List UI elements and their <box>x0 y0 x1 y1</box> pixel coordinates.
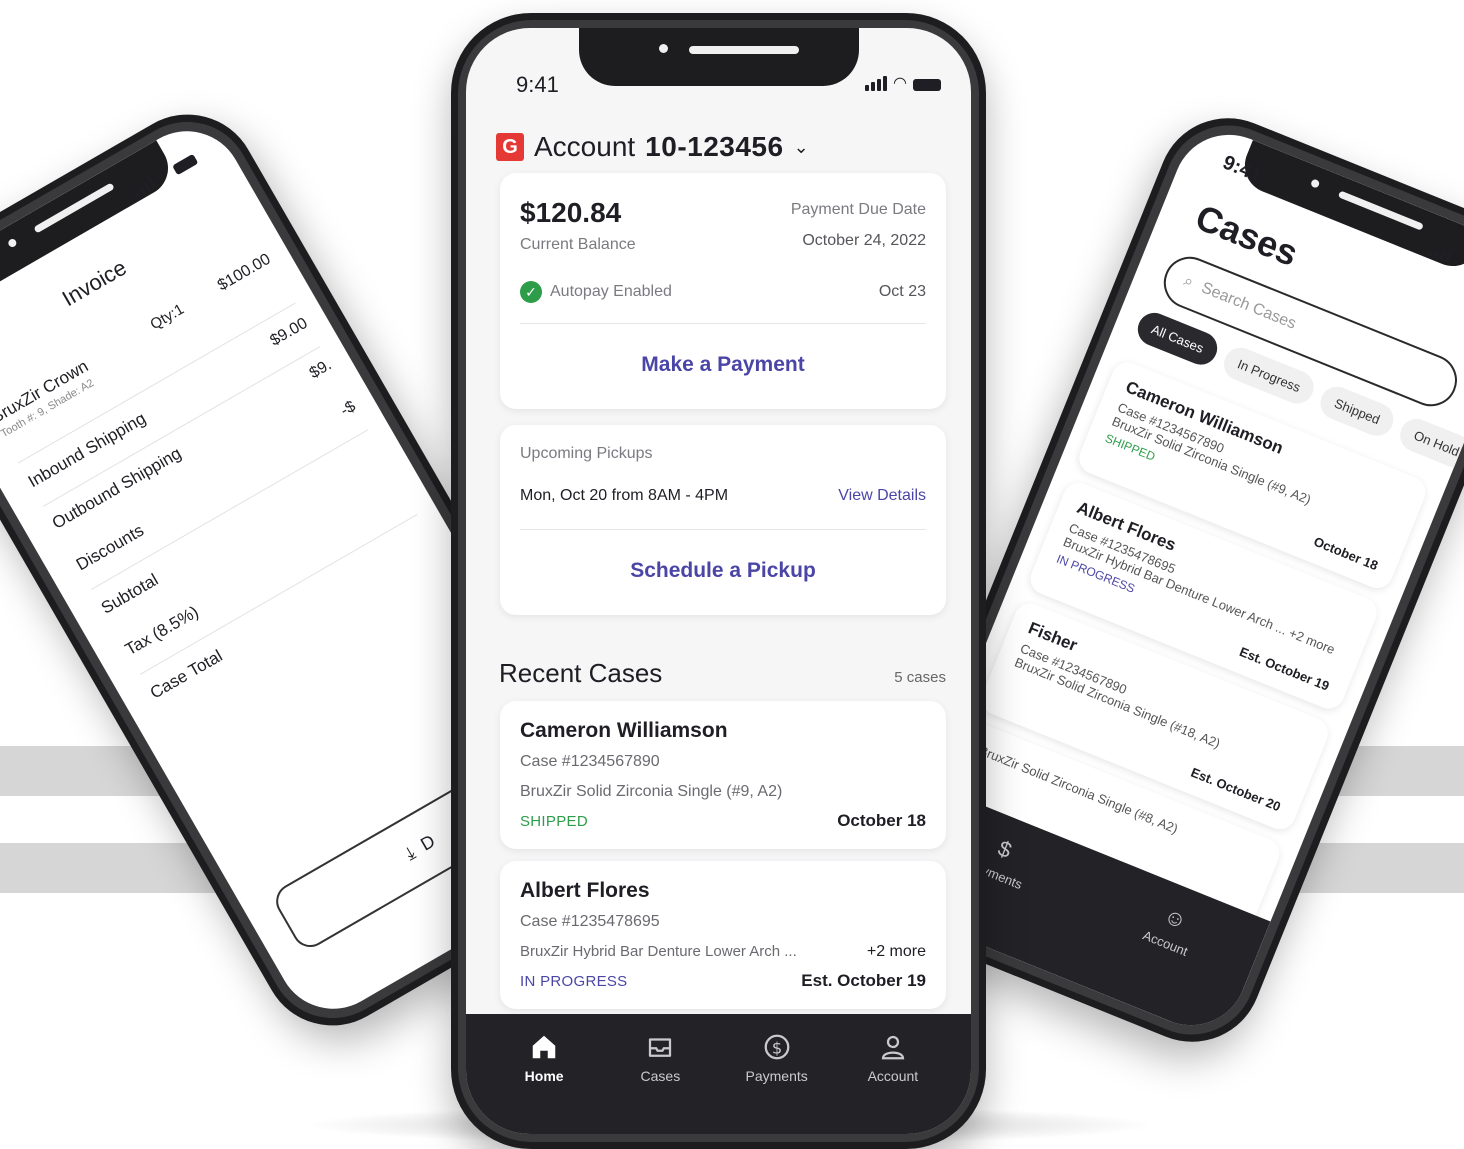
tab-label: Home <box>524 1068 564 1084</box>
filter-chip-on-hold[interactable]: On Hold <box>1395 413 1464 473</box>
back-chevron-icon[interactable]: ‹ <box>0 367 2 398</box>
tab-account[interactable]: ☺ Account <box>1141 898 1202 959</box>
filter-chip-shipped[interactable]: Shipped <box>1315 381 1399 441</box>
account-label: Account <box>534 131 636 162</box>
status-time: 9:41 <box>516 72 559 97</box>
status-icons: ◠ <box>865 75 941 92</box>
search-placeholder: Search Cases <box>1198 279 1299 333</box>
dollar-circle-icon: $ <box>764 1034 789 1060</box>
notch <box>578 28 859 86</box>
check-circle-icon: ✓ <box>520 281 542 303</box>
battery-icon <box>913 79 941 91</box>
case-number: Case #1234567890 <box>520 753 660 770</box>
recent-cases-count: 5 cases <box>894 669 946 686</box>
account-icon: ☺ <box>1160 902 1191 934</box>
battery-icon <box>172 153 199 176</box>
view-details-link[interactable]: View Details <box>838 487 926 505</box>
user-icon <box>881 1035 905 1060</box>
wifi-icon: ◠ <box>1453 249 1464 269</box>
home-screen: 9:41 ◠ G Account 10-123456 ⌄ $120.84 Cur… <box>466 28 971 1134</box>
recent-cases-title: Recent Cases <box>499 658 663 688</box>
case-card[interactable]: Albert Flores Case #1235478695 BruxZir H… <box>500 861 946 1009</box>
due-date-label: Payment Due Date <box>790 201 926 218</box>
payments-icon: $ <box>994 835 1016 864</box>
tab-label: Payments <box>745 1068 808 1084</box>
tab-account[interactable]: Account <box>843 1032 943 1134</box>
case-name: Cameron Williamson <box>520 719 728 742</box>
balance-card: $120.84 Current Balance Payment Due Date… <box>500 173 946 409</box>
tab-home[interactable]: Home <box>494 1032 594 1134</box>
wifi-icon: ◠ <box>153 163 172 184</box>
autopay-status: ✓ Autopay Enabled <box>520 281 672 303</box>
divider <box>520 323 926 324</box>
inbox-icon <box>649 1038 672 1057</box>
tab-cases[interactable]: Cases <box>610 1032 710 1134</box>
tab-label: Account <box>1140 927 1190 959</box>
pickups-label: Upcoming Pickups <box>520 445 653 462</box>
signal-icon <box>865 76 888 91</box>
pickups-card: Upcoming Pickups Mon, Oct 20 from 8AM - … <box>500 425 946 615</box>
phone-home: 9:41 ◠ G Account 10-123456 ⌄ $120.84 Cur… <box>451 13 986 1149</box>
case-description: BruxZir Hybrid Bar Denture Lower Arch ..… <box>520 943 797 960</box>
tab-label: Cases <box>640 1068 681 1084</box>
svg-text:$: $ <box>771 1038 781 1057</box>
balance-label: Current Balance <box>520 236 636 253</box>
download-label: D <box>416 830 439 855</box>
invoice-row-amount: $9. <box>306 356 335 383</box>
case-date: October 18 <box>837 811 926 830</box>
balance-amount: $120.84 <box>520 197 622 228</box>
case-status: IN PROGRESS <box>520 973 628 990</box>
divider <box>520 529 926 530</box>
case-card[interactable]: Cameron Williamson Case #1234567890 Brux… <box>500 701 946 849</box>
wifi-icon: ◠ <box>893 75 907 92</box>
pickup-slot: Mon, Oct 20 from 8AM - 4PM <box>520 487 729 504</box>
account-number: 10-123456 <box>645 131 784 162</box>
brand-logo: G <box>496 133 524 161</box>
schedule-pickup-button[interactable]: Schedule a Pickup <box>500 559 946 583</box>
chevron-down-icon: ⌄ <box>793 136 809 157</box>
case-status: SHIPPED <box>520 813 588 830</box>
case-date: Est. October 19 <box>801 971 926 990</box>
case-number: Case #1235478695 <box>520 913 660 930</box>
autopay-date: Oct 23 <box>878 283 926 300</box>
home-icon <box>532 1035 556 1059</box>
case-description: BruxZir Solid Zirconia Single (#9, A2) <box>520 783 783 800</box>
tab-payments[interactable]: $ Payments <box>727 1032 827 1134</box>
search-icon: ⌕ <box>1181 272 1196 292</box>
invoice-row-amount: -$ <box>337 397 359 420</box>
tab-bar: Home Cases $ Payments Account <box>466 1014 971 1134</box>
make-payment-button[interactable]: Make a Payment <box>500 353 946 377</box>
account-selector[interactable]: G Account 10-123456 ⌄ <box>496 131 809 163</box>
case-name: Albert Flores <box>520 879 650 902</box>
tab-label: Account <box>867 1068 919 1084</box>
autopay-label: Autopay Enabled <box>550 283 672 300</box>
case-more-count: +2 more <box>866 943 926 960</box>
due-date: October 24, 2022 <box>802 232 926 249</box>
invoice-row-amount: $9.00 <box>267 314 311 350</box>
download-icon: ⤓ <box>401 841 419 864</box>
